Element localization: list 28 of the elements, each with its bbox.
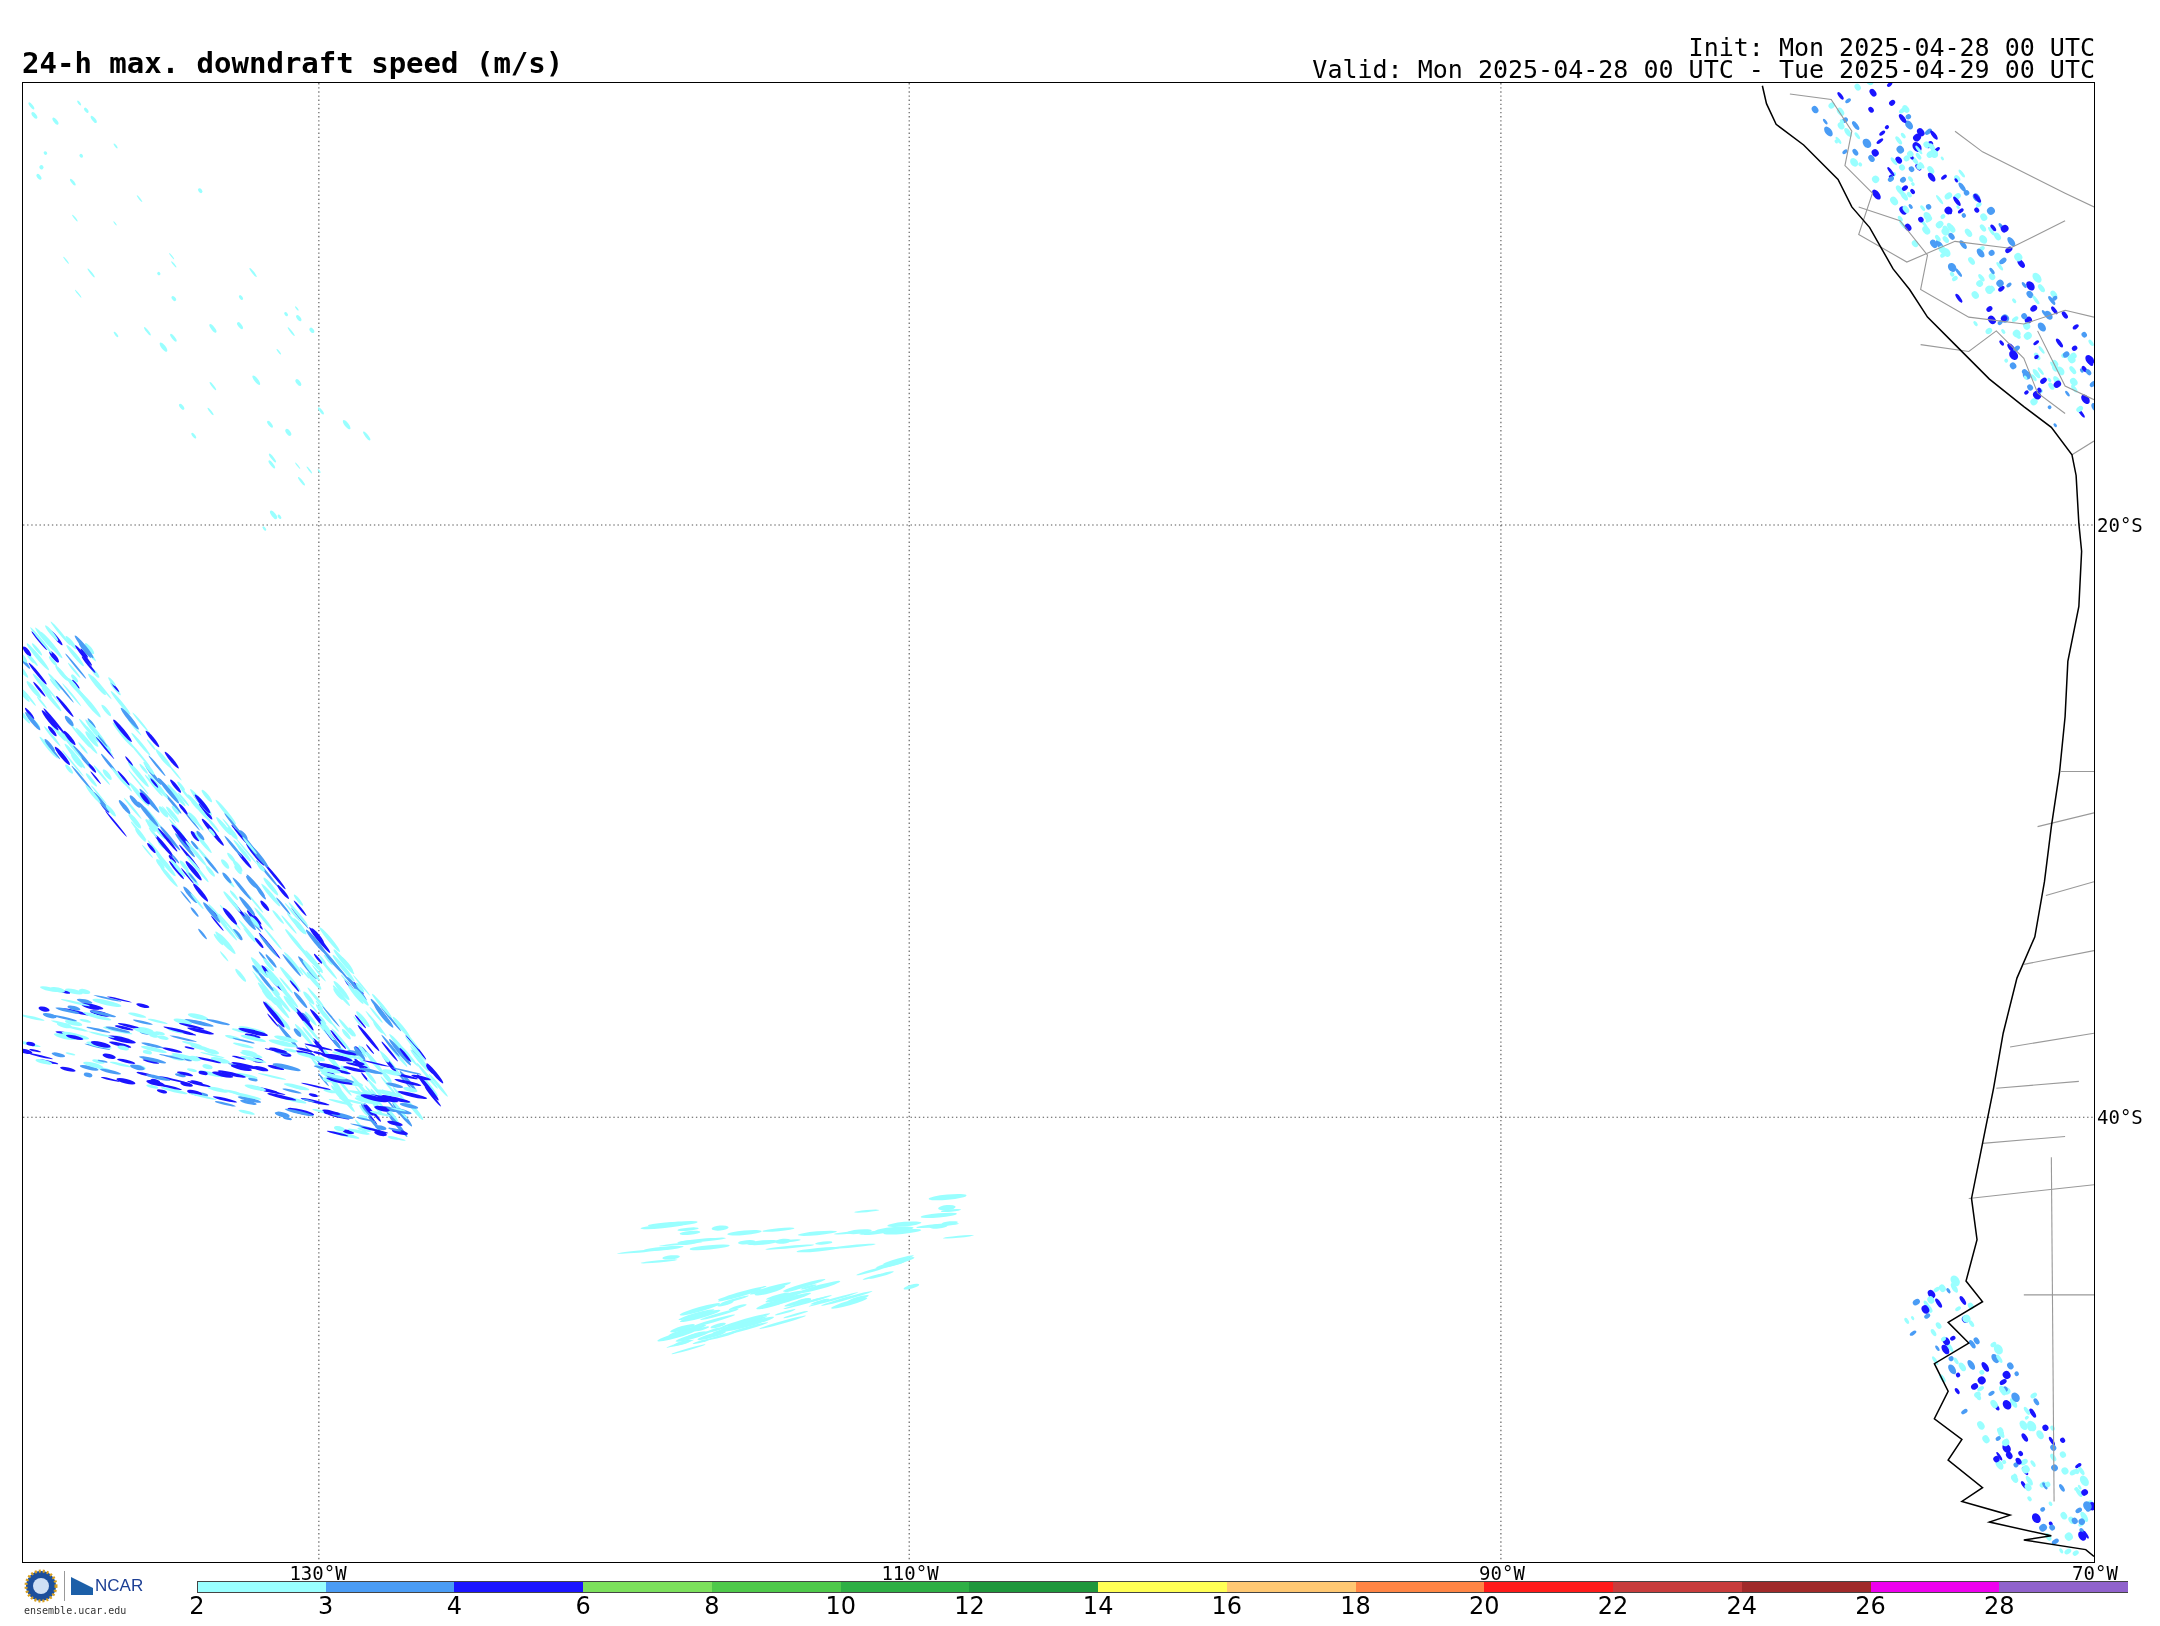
scale-value: 20 [1469,1593,1500,1619]
scale-value: 24 [1726,1593,1758,1619]
scale-value: 8 [704,1593,720,1619]
wedge-icon [71,1577,93,1595]
brand-name: NCAR [95,1576,144,1596]
scale-value: 26 [1855,1593,1886,1619]
latitude-label: 40°S [2097,1107,2143,1127]
init-time: Init: Mon 2025-04-28 00 UTC [1688,37,2095,59]
chart-title: 24-h max. downdraft speed (m/s) [22,46,564,80]
latitude-label: 20°S [2097,515,2143,535]
scale-value: 16 [1211,1593,1243,1619]
scale-value: 18 [1340,1593,1371,1619]
scale-value: 3 [318,1593,334,1619]
longitude-label: 110°W [881,1564,939,1582]
longitude-label: 90°W [1479,1564,1525,1582]
scale-value: 12 [954,1593,985,1619]
scale-value: 10 [825,1593,856,1619]
scale-value: 2 [189,1593,205,1619]
longitude-label: 130°W [289,1564,347,1582]
scale-value: 22 [1597,1593,1629,1619]
emblem-icon [24,1569,58,1603]
valid-period: Valid: Mon 2025-04-28 00 UTC - Tue 2025-04-29 00 UTC [1312,59,2095,81]
scale-value: 28 [1984,1593,2015,1619]
scale-value: 6 [575,1593,591,1619]
longitude-label: 70°W [2072,1564,2118,1582]
website-address: ensemble.ucar.edu [24,1605,127,1616]
scale-value: 14 [1082,1593,1114,1619]
scale-value: 4 [446,1593,463,1619]
